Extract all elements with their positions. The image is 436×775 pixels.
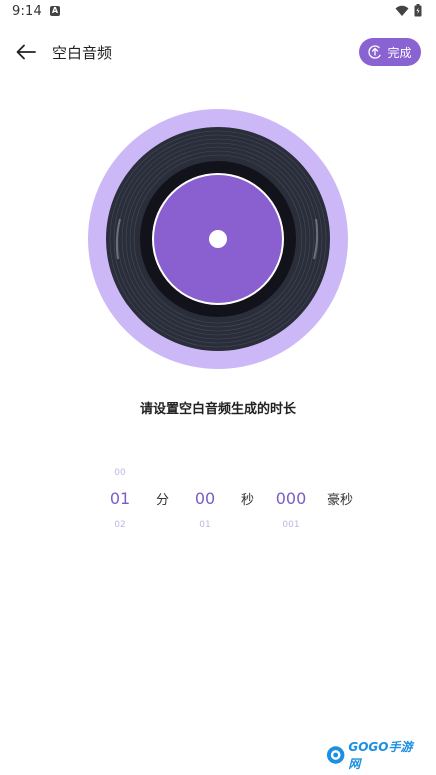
status-icons: [395, 4, 422, 17]
gogo-logo-icon: [326, 746, 345, 764]
minutes-value: 01: [109, 489, 131, 508]
minutes-unit: 分: [156, 493, 170, 508]
seconds-prev: [189, 466, 221, 480]
milliseconds-next: 001: [282, 520, 300, 530]
milliseconds-prev: [272, 466, 310, 480]
back-button[interactable]: [12, 40, 40, 64]
minutes-picker[interactable]: 00 01 02: [104, 466, 136, 532]
watermark-text: GOGO手游网: [348, 740, 413, 771]
milliseconds-picker[interactable]: 000 001: [272, 466, 310, 532]
done-button-label: 完成: [387, 45, 412, 60]
notification-badge: A: [50, 6, 60, 16]
status-bar: 9:14 A: [0, 0, 436, 24]
minutes-next: 02: [114, 520, 126, 530]
seconds-picker[interactable]: 00 01: [189, 466, 221, 532]
arrow-left-icon: [16, 44, 36, 60]
status-time: 9:14: [12, 4, 42, 19]
app-bar: 空白音频 完成: [0, 30, 436, 76]
seconds-value: 00: [194, 489, 216, 508]
milliseconds-value: 000: [275, 489, 307, 508]
page-title: 空白音频: [52, 44, 113, 62]
minutes-prev: 00: [114, 468, 126, 478]
wifi-icon: [395, 5, 409, 16]
watermark: GOGO手游网: [326, 740, 422, 771]
seconds-next: 01: [199, 520, 211, 530]
battery-icon: [414, 4, 422, 17]
vinyl-record-illustration: [88, 109, 348, 369]
upload-icon: [368, 45, 383, 59]
done-button[interactable]: 完成: [359, 38, 421, 66]
milliseconds-unit: 豪秒: [327, 493, 354, 508]
seconds-unit: 秒: [241, 493, 255, 508]
duration-prompt: 请设置空白音频生成的时长: [139, 402, 296, 417]
